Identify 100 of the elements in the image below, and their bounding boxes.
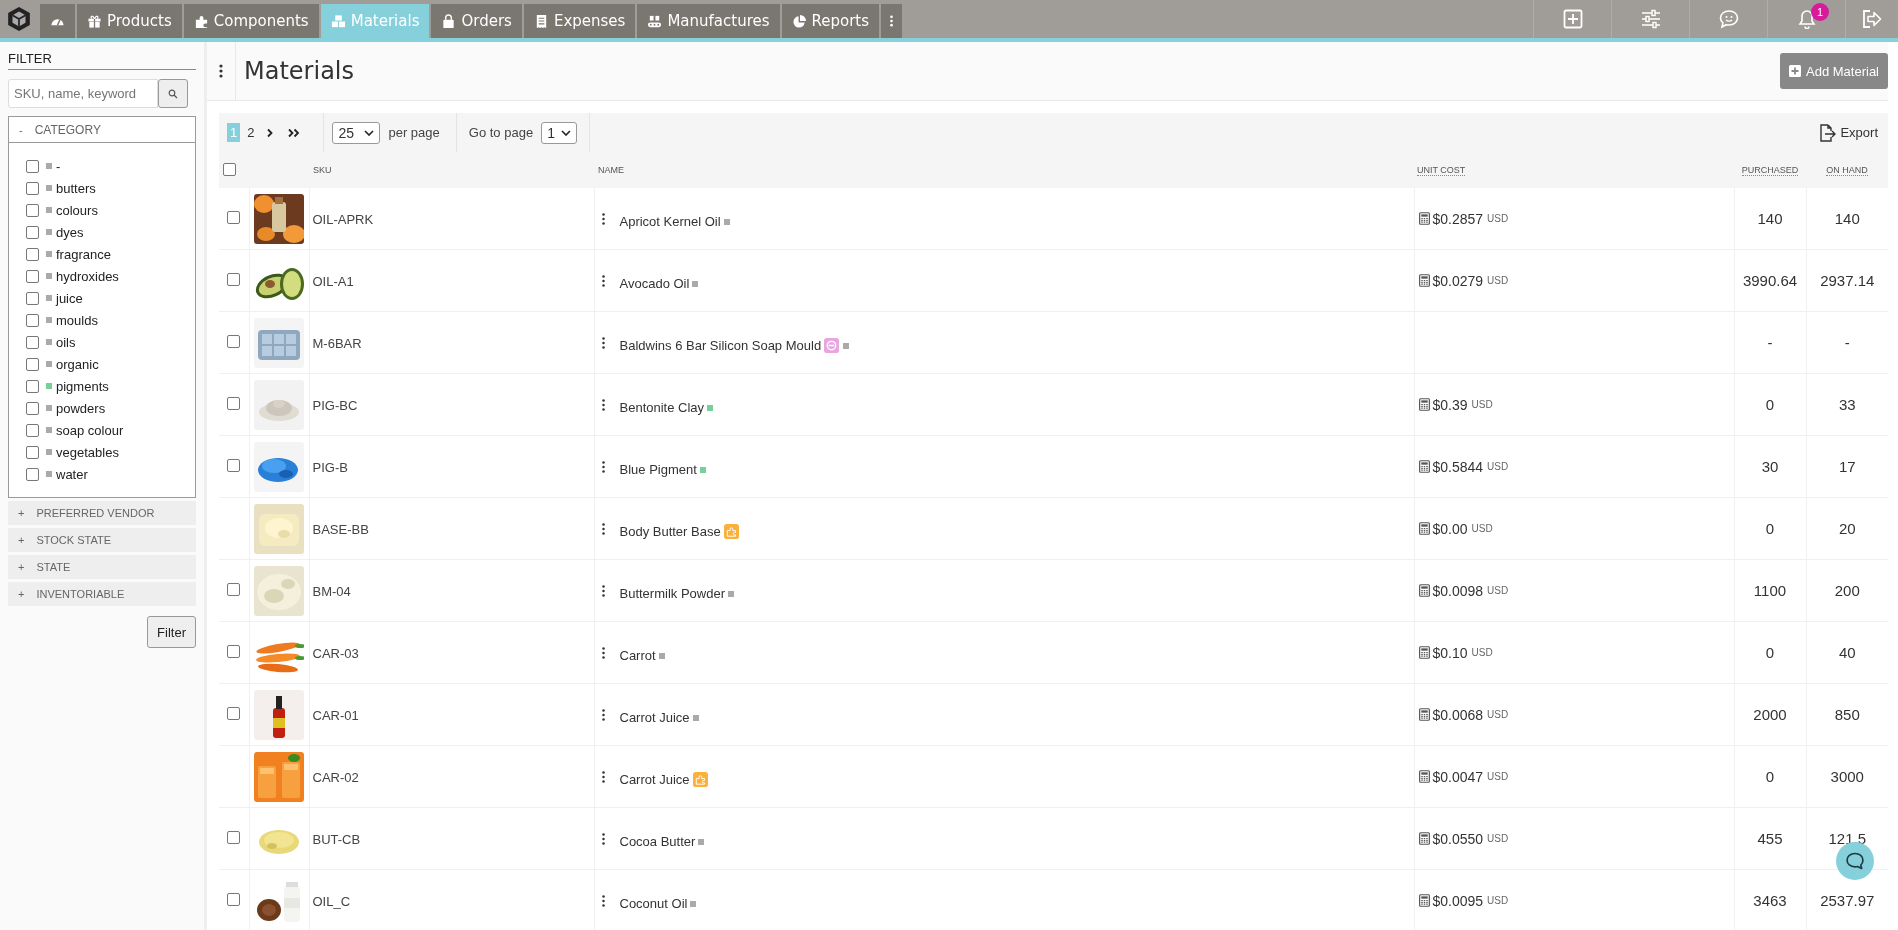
calculator-icon[interactable] xyxy=(1418,522,1430,535)
kebab-menu-icon[interactable] xyxy=(600,892,606,909)
checkbox[interactable] xyxy=(26,203,39,217)
filter-section-header[interactable]: + STOCK STATE xyxy=(8,528,196,552)
row-checkbox[interactable] xyxy=(227,582,241,596)
nav-tab[interactable]: Reports xyxy=(781,4,882,38)
nav-tab[interactable]: Components xyxy=(183,4,321,38)
calculator-icon[interactable] xyxy=(1418,398,1430,411)
filter-section-header[interactable]: + PREFERRED VENDOR xyxy=(8,501,196,525)
page-link[interactable]: 2 xyxy=(244,123,258,142)
dashboard-tab[interactable] xyxy=(40,4,77,38)
nav-tab[interactable]: Products xyxy=(77,4,184,38)
row-checkbox[interactable] xyxy=(227,892,241,906)
calculator-icon[interactable] xyxy=(1418,832,1430,845)
checkbox[interactable] xyxy=(26,159,39,173)
checkbox[interactable] xyxy=(26,401,39,415)
search-button[interactable] xyxy=(158,79,188,108)
checkbox[interactable] xyxy=(26,357,39,371)
filter-section-header[interactable]: + INVENTORIABLE xyxy=(8,582,196,606)
calculator-icon[interactable] xyxy=(1418,584,1430,597)
calculator-icon[interactable] xyxy=(1418,770,1430,783)
last-page-icon[interactable] xyxy=(287,127,302,138)
calculator-icon[interactable] xyxy=(1418,212,1430,225)
kebab-menu-icon[interactable] xyxy=(600,520,606,537)
filter-button[interactable]: Filter xyxy=(147,616,196,648)
material-name[interactable]: Body Butter Base xyxy=(619,524,721,539)
add-icon[interactable] xyxy=(1562,9,1583,29)
row-checkbox[interactable] xyxy=(227,210,241,224)
select-all-checkbox[interactable] xyxy=(223,162,236,176)
per-page-select[interactable]: 25 xyxy=(332,121,381,144)
checkbox[interactable] xyxy=(26,313,39,327)
row-checkbox[interactable] xyxy=(227,706,241,720)
row-checkbox[interactable] xyxy=(227,396,241,410)
checkbox[interactable] xyxy=(26,291,39,305)
column-header[interactable]: ON HAND xyxy=(1826,165,1868,176)
material-name[interactable]: Buttermilk Powder xyxy=(619,586,725,601)
chat-smile-icon[interactable] xyxy=(1718,9,1739,29)
kebab-menu-icon[interactable] xyxy=(600,210,606,227)
material-name[interactable]: Coconut Oil xyxy=(619,896,688,911)
purchased-qty: 3990.64 xyxy=(1742,272,1798,289)
row-checkbox[interactable] xyxy=(227,272,241,286)
checkbox[interactable] xyxy=(26,181,39,195)
column-header[interactable]: NAME xyxy=(598,165,624,175)
checkbox[interactable] xyxy=(26,269,39,283)
column-header[interactable]: SKU xyxy=(313,165,332,175)
kebab-menu-icon[interactable] xyxy=(600,272,606,289)
checkbox[interactable] xyxy=(26,445,39,459)
nav-tab[interactable]: Manufactures xyxy=(637,4,782,38)
checkbox[interactable] xyxy=(26,225,39,239)
material-name[interactable]: Carrot Juice xyxy=(619,710,690,725)
filter-section-header[interactable]: + STATE xyxy=(8,555,196,579)
checkbox[interactable] xyxy=(26,335,39,349)
material-name[interactable]: Carrot xyxy=(619,648,656,663)
checkbox[interactable] xyxy=(26,423,39,437)
purchased-qty: 0 xyxy=(1765,768,1775,785)
kebab-menu-icon[interactable] xyxy=(600,830,606,847)
kebab-menu-icon[interactable] xyxy=(600,396,606,413)
checkbox[interactable] xyxy=(26,379,39,393)
material-name[interactable]: Baldwins 6 Bar Silicon Soap Mould xyxy=(619,338,822,353)
row-checkbox[interactable] xyxy=(227,458,241,472)
on-hand-qty: - xyxy=(1844,334,1850,351)
checkbox[interactable] xyxy=(26,247,39,261)
search-field[interactable]: SKU, name, keyword xyxy=(8,79,158,108)
row-checkbox[interactable] xyxy=(227,644,241,658)
chat-button[interactable] xyxy=(1836,842,1874,880)
material-name[interactable]: Bentonite Clay xyxy=(619,400,705,415)
calculator-icon[interactable] xyxy=(1418,274,1430,287)
material-name[interactable]: Cocoa Butter xyxy=(619,834,696,849)
calculator-icon[interactable] xyxy=(1418,708,1430,721)
kebab-menu-icon[interactable] xyxy=(600,644,606,661)
more-menu-button[interactable] xyxy=(881,4,905,38)
material-name[interactable]: Blue Pigment xyxy=(619,462,697,477)
logout-icon[interactable] xyxy=(1862,9,1882,29)
column-header[interactable]: UNIT COST xyxy=(1417,165,1466,176)
material-name[interactable]: Avocado Oil xyxy=(619,276,690,291)
notification-bell-icon[interactable] xyxy=(1796,9,1817,29)
calculator-icon[interactable] xyxy=(1418,646,1430,659)
kebab-menu-icon[interactable] xyxy=(600,706,606,723)
column-header[interactable]: PURCHASED xyxy=(1741,165,1799,176)
nav-tab[interactable]: Expenses xyxy=(523,4,638,38)
kebab-menu-icon[interactable] xyxy=(600,582,606,599)
calculator-icon[interactable] xyxy=(1418,894,1430,907)
export-button[interactable]: Export xyxy=(1812,122,1888,143)
settings-icon[interactable] xyxy=(1640,9,1661,29)
row-checkbox[interactable] xyxy=(227,830,241,844)
kebab-menu-icon[interactable] xyxy=(600,334,606,351)
checkbox[interactable] xyxy=(26,467,39,481)
logo-icon[interactable] xyxy=(6,6,32,32)
add-material-button[interactable]: Add Material xyxy=(1780,53,1888,89)
go-to-page-label: Go to page xyxy=(467,125,535,140)
kebab-menu-icon[interactable] xyxy=(600,768,606,785)
unit-cost: $0.0095 xyxy=(1432,892,1484,909)
material-name[interactable]: Apricot Kernel Oil xyxy=(619,214,721,229)
calculator-icon[interactable] xyxy=(1418,460,1430,473)
kebab-menu-icon[interactable] xyxy=(600,458,606,475)
row-checkbox[interactable] xyxy=(227,334,241,348)
material-name[interactable]: Carrot Juice xyxy=(619,772,690,787)
nav-tab[interactable]: Orders xyxy=(431,4,524,38)
go-to-page-select[interactable]: 1 xyxy=(541,121,578,144)
kebab-menu-icon[interactable] xyxy=(218,63,224,79)
